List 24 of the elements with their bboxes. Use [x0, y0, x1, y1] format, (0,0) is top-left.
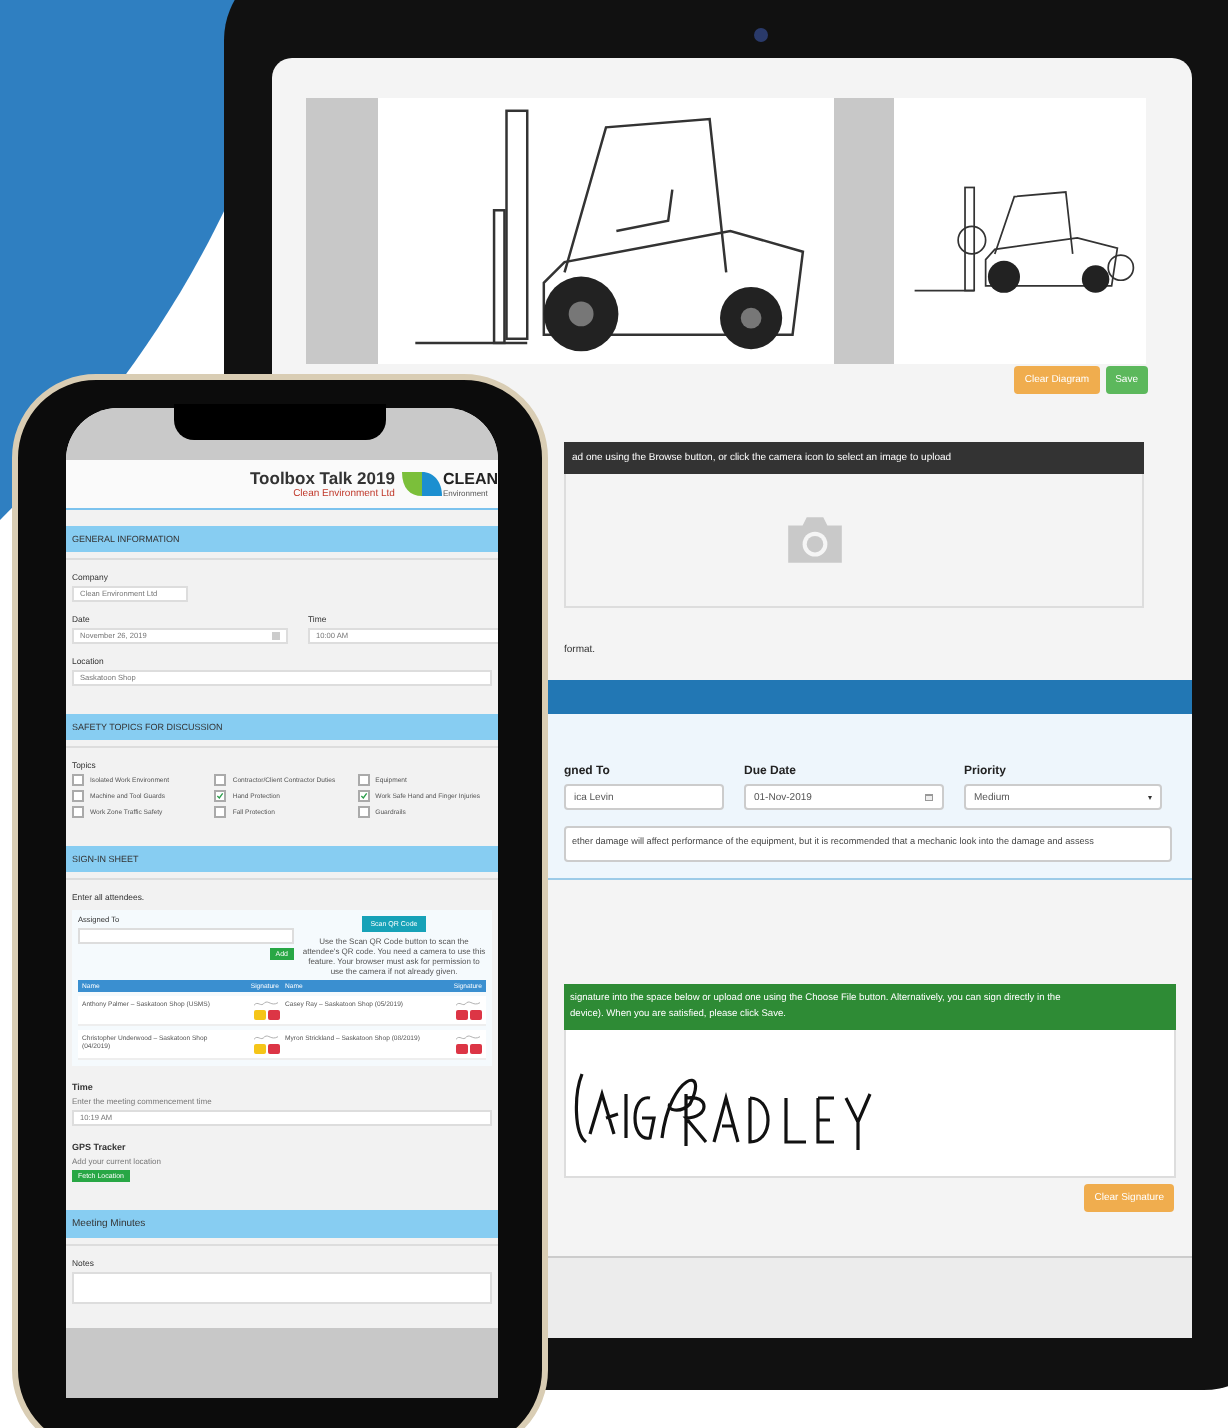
page-title: Toolbox Talk 2019: [250, 468, 395, 488]
leaf-icon: [402, 472, 443, 496]
checkbox[interactable]: [214, 774, 227, 786]
notes-field[interactable]: [72, 1272, 492, 1304]
logo-text: CLEAN: [442, 471, 498, 487]
checkbox[interactable]: [72, 806, 84, 818]
edit-button[interactable]: [456, 1044, 468, 1054]
checkbox[interactable]: [357, 806, 370, 818]
checkbox[interactable]: [72, 790, 84, 802]
calendar-icon[interactable]: [924, 792, 934, 802]
checkbox[interactable]: [214, 790, 227, 802]
camera-icon: [754, 28, 768, 42]
delete-button[interactable]: [470, 1044, 482, 1054]
checkbox[interactable]: [357, 774, 370, 786]
photo-dropzone[interactable]: [564, 474, 1144, 608]
delete-button[interactable]: [470, 1010, 482, 1020]
checkbox[interactable]: [72, 774, 84, 786]
edit-button[interactable]: [456, 1010, 468, 1020]
delete-button[interactable]: [267, 1044, 279, 1054]
checkbox[interactable]: [214, 806, 227, 818]
delete-button[interactable]: [267, 1010, 279, 1020]
input-field[interactable]: [78, 928, 294, 944]
signature-pad[interactable]: [564, 1030, 1176, 1178]
checkbox[interactable]: [357, 790, 370, 802]
